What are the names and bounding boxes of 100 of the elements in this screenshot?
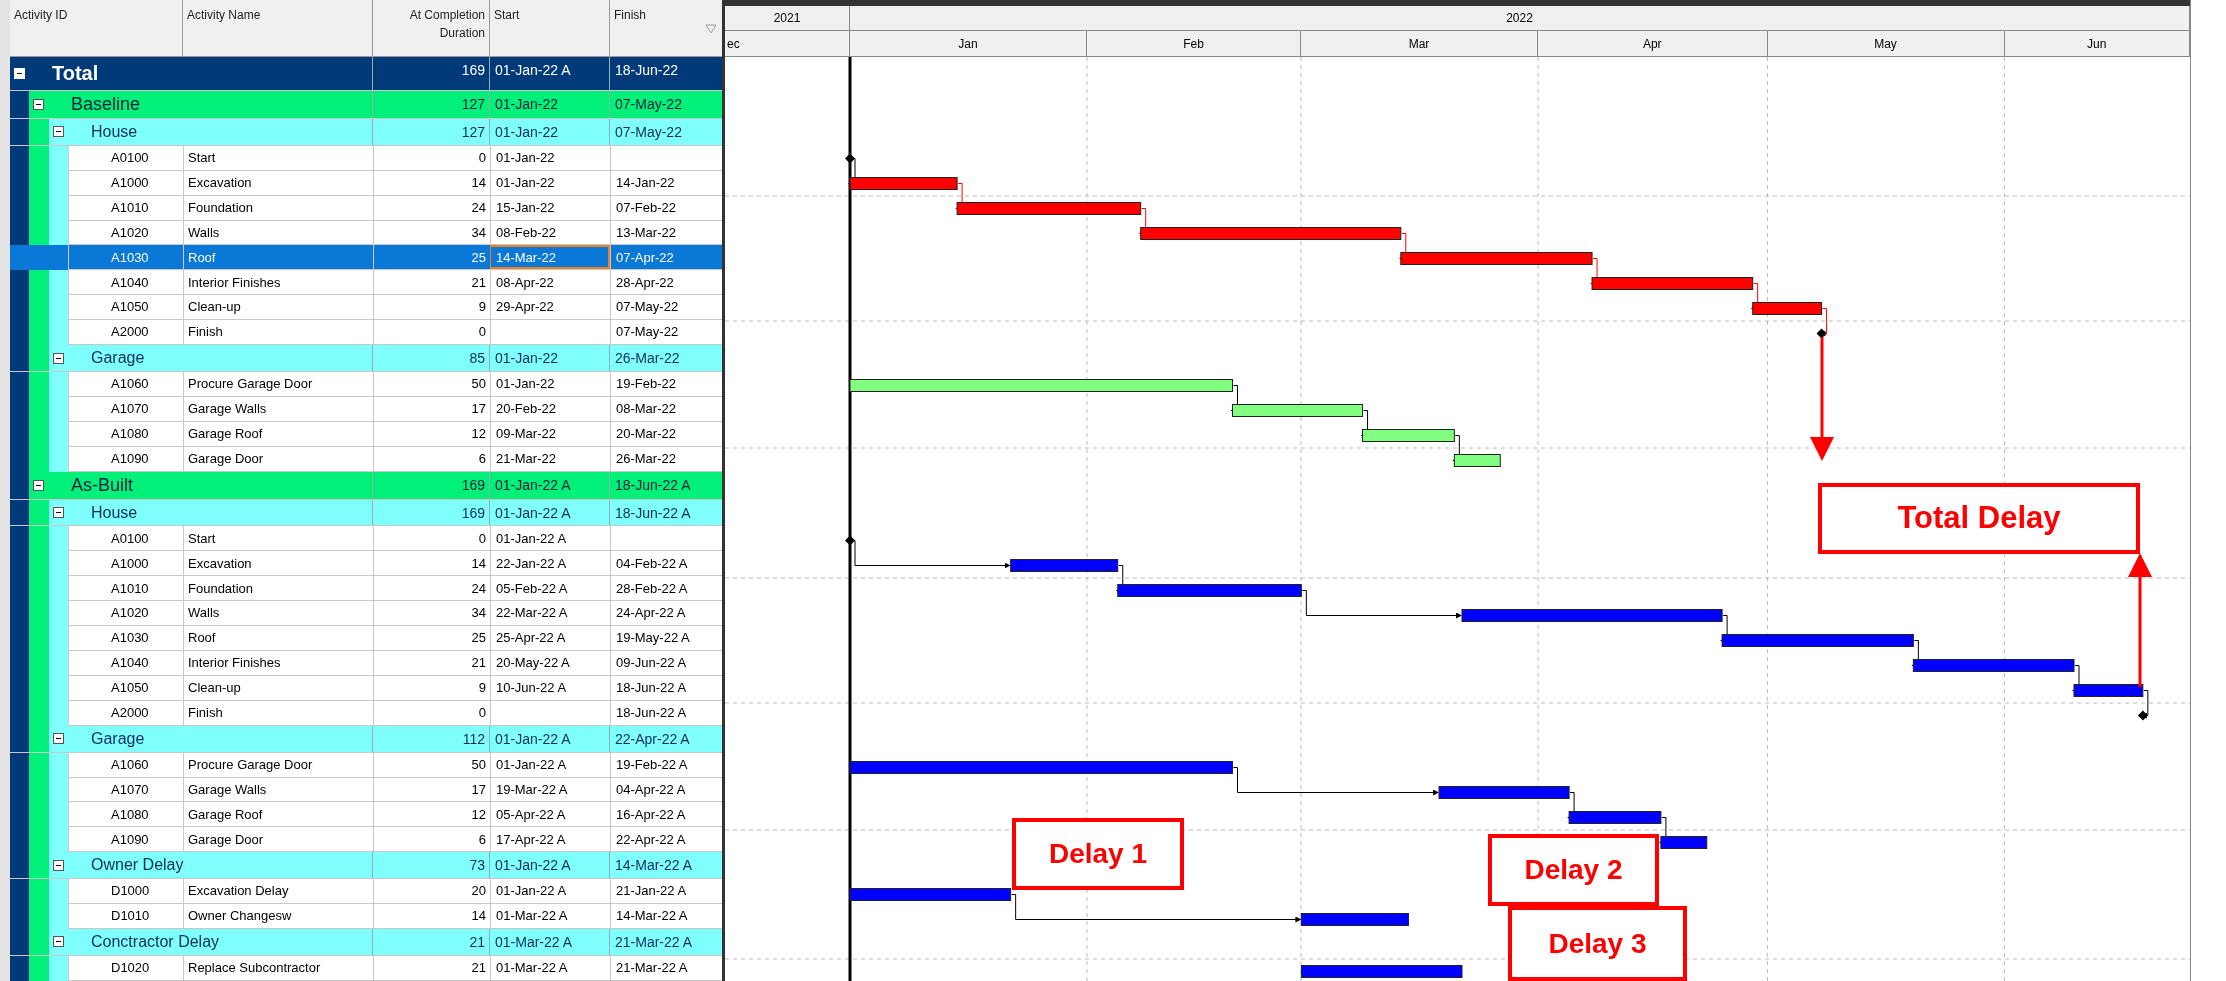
activity-row[interactable]: A1010 Foundation 24 05-Feb-22 A 28-Feb-22 A <box>68 576 722 602</box>
indent-band <box>10 725 29 752</box>
activity-row[interactable]: A1090 Garage Door 6 17-Apr-22 A 22-Apr-22 A <box>68 827 722 853</box>
activity-name: Excavation Delay <box>188 882 289 901</box>
start-date: 22-Mar-22 A <box>496 604 568 623</box>
collapse-icon[interactable] <box>53 507 64 519</box>
activity-row[interactable]: A1080 Garage Roof 12 05-Apr-22 A 16-Apr-22 A <box>68 802 722 828</box>
finish-date: 07-May-22 <box>616 298 679 317</box>
activity-row[interactable]: A1010 Foundation 24 15-Jan-22 07-Feb-22 <box>68 195 722 221</box>
activity-name: Finish <box>188 323 223 342</box>
group-row[interactable]: Owner Delay 73 01-Jan-22 A 14-Mar-22 A <box>49 852 722 879</box>
activity-row[interactable]: A1030 Roof 25 14-Mar-22 07-Apr-22 <box>68 245 722 271</box>
group-row[interactable]: House 169 01-Jan-22 A 18-Jun-22 A <box>49 499 722 526</box>
activity-row[interactable]: A1030 Roof 25 25-Apr-22 A 19-May-22 A <box>68 626 722 651</box>
collapse-icon[interactable] <box>53 733 64 745</box>
group-row[interactable]: House 127 01-Jan-22 07-May-22 <box>49 118 722 145</box>
column-header[interactable]: Activity ID <box>10 0 182 56</box>
activity-row[interactable]: A1000 Excavation 14 01-Jan-22 14-Jan-22 <box>68 170 722 196</box>
collapse-icon[interactable] <box>33 98 44 110</box>
finish-date: 14-Mar-22 A <box>615 856 693 876</box>
group-row[interactable]: Garage 85 01-Jan-22 26-Mar-22 <box>49 345 722 371</box>
activity-row[interactable]: A0100 Start 0 01-Jan-22 <box>68 145 722 171</box>
indent-band <box>49 955 68 981</box>
year-header: 2021 <box>725 6 850 30</box>
column-header[interactable]: Activity Name <box>182 0 372 56</box>
activity-row[interactable]: A1040 Interior Finishes 21 20-May-22 A 09-Jun-22 A <box>68 651 722 676</box>
duration-value: 24 <box>471 198 486 217</box>
activity-id: A1060 <box>111 375 149 394</box>
activity-name: Garage Door <box>188 449 264 468</box>
indent-band <box>49 526 68 552</box>
group-row[interactable]: Conctractor Delay 21 01-Mar-22 A 21-Mar-22 A <box>49 929 722 955</box>
start-date: 21-Mar-22 <box>496 449 556 468</box>
activity-id: A1030 <box>111 629 149 648</box>
activity-row[interactable]: A1090 Garage Door 6 21-Mar-22 26-Mar-22 <box>68 446 722 472</box>
task-bar[interactable] <box>1660 836 1708 849</box>
start-date: 01-Jan-22 A <box>495 475 571 495</box>
indent-band <box>29 879 49 905</box>
indent-band <box>29 345 49 371</box>
activity-row[interactable]: A1050 Clean-up 9 29-Apr-22 07-May-22 <box>68 295 722 321</box>
task-bar[interactable] <box>2073 684 2144 697</box>
indent-band <box>10 145 29 171</box>
group-label: Conctractor Delay <box>90 931 220 952</box>
finish-date: 16-Apr-22 A <box>616 805 686 824</box>
duration-value: 9 <box>478 298 486 317</box>
activity-name: Owner Changesw <box>188 907 292 926</box>
activity-name: Interior Finishes <box>188 273 281 292</box>
duration-value: 0 <box>478 704 486 723</box>
collapse-icon[interactable] <box>53 126 64 138</box>
activity-row[interactable]: D1000 Excavation Delay 20 01-Jan-22 A 21-Jan-22 A <box>68 879 722 905</box>
indent-band <box>10 270 29 296</box>
activity-row[interactable]: D1020 Replace Subcontractor 21 01-Mar-22 A 21-Mar-22 A <box>68 955 722 981</box>
activity-row[interactable]: A1060 Procure Garage Door 50 01-Jan-22 19-Feb-22 <box>68 371 722 397</box>
activity-id: A1050 <box>111 298 149 317</box>
activity-row[interactable]: A1050 Clean-up 9 10-Jun-22 A 18-Jun-22 A <box>68 675 722 701</box>
column-header[interactable]: Start <box>489 0 609 56</box>
activity-row[interactable]: A2000 Finish 0 07-May-22 <box>68 320 722 346</box>
finish-date: 21-Jan-22 A <box>616 882 687 901</box>
activity-row[interactable]: A0100 Start 0 01-Jan-22 A <box>68 526 722 552</box>
task-bar[interactable] <box>1362 429 1455 442</box>
task-bar[interactable] <box>849 379 1233 392</box>
collapse-icon[interactable] <box>33 479 44 491</box>
activity-row[interactable]: D1010 Owner Changesw 14 01-Mar-22 A 14-Mar-22 A <box>68 904 722 929</box>
activity-row[interactable]: A1020 Walls 34 22-Mar-22 A 24-Apr-22 A <box>68 601 722 627</box>
task-bar[interactable] <box>1232 404 1364 417</box>
activity-name: Garage Door <box>188 830 264 849</box>
activity-row[interactable]: A2000 Finish 0 18-Jun-22 A <box>68 700 722 726</box>
duration-value: 24 <box>471 579 486 598</box>
activity-row[interactable]: A1060 Procure Garage Door 50 01-Jan-22 A 19-Feb-22 A <box>68 752 722 778</box>
indent-band <box>49 145 68 171</box>
task-bar[interactable] <box>1453 454 1501 467</box>
activity-row[interactable]: A1020 Walls 34 08-Feb-22 13-Mar-22 <box>68 220 722 246</box>
column-header[interactable]: At Completion Duration <box>372 0 489 56</box>
duration-value: 17 <box>471 400 486 419</box>
indent-band <box>29 118 49 145</box>
indent-band <box>49 220 68 246</box>
start-date: 08-Feb-22 <box>496 223 556 242</box>
activity-row[interactable]: A1080 Garage Roof 12 09-Mar-22 20-Mar-22 <box>68 421 722 447</box>
group-label: Total <box>51 61 99 87</box>
group-row[interactable]: Garage 112 01-Jan-22 A 22-Apr-22 A <box>49 725 722 752</box>
activity-name: Roof <box>188 248 216 267</box>
activity-row[interactable]: A1040 Interior Finishes 21 08-Apr-22 28-Apr-22 <box>68 270 722 296</box>
start-date: 17-Apr-22 A <box>496 830 566 849</box>
group-row[interactable]: As-Built 169 01-Jan-22 A 18-Jun-22 A <box>29 471 722 499</box>
activity-row[interactable]: A1000 Excavation 14 22-Jan-22 A 04-Feb-22 A <box>68 551 722 577</box>
duration-value: 112 <box>462 729 485 749</box>
collapse-icon[interactable] <box>53 859 64 871</box>
activity-row[interactable]: A1070 Garage Walls 17 19-Mar-22 A 04-Apr-22 A <box>68 777 722 803</box>
collapse-icon[interactable] <box>53 352 64 364</box>
group-row[interactable]: Total 169 01-Jan-22 A 18-Jun-22 <box>10 57 722 90</box>
group-row[interactable]: Baseline 127 01-Jan-22 07-May-22 <box>29 90 722 118</box>
activity-row[interactable]: A1070 Garage Walls 17 20-Feb-22 08-Mar-22 <box>68 396 722 422</box>
indent-band <box>49 879 68 905</box>
activity-name: Garage Roof <box>188 424 263 443</box>
indent-band <box>29 955 49 981</box>
filter-icon[interactable] <box>706 24 716 34</box>
indent-band <box>10 752 29 778</box>
duration-value: 9 <box>478 679 486 698</box>
collapse-icon[interactable] <box>53 936 64 948</box>
month-header: ec <box>725 31 850 56</box>
finish-date: 22-Apr-22 A <box>616 830 686 849</box>
